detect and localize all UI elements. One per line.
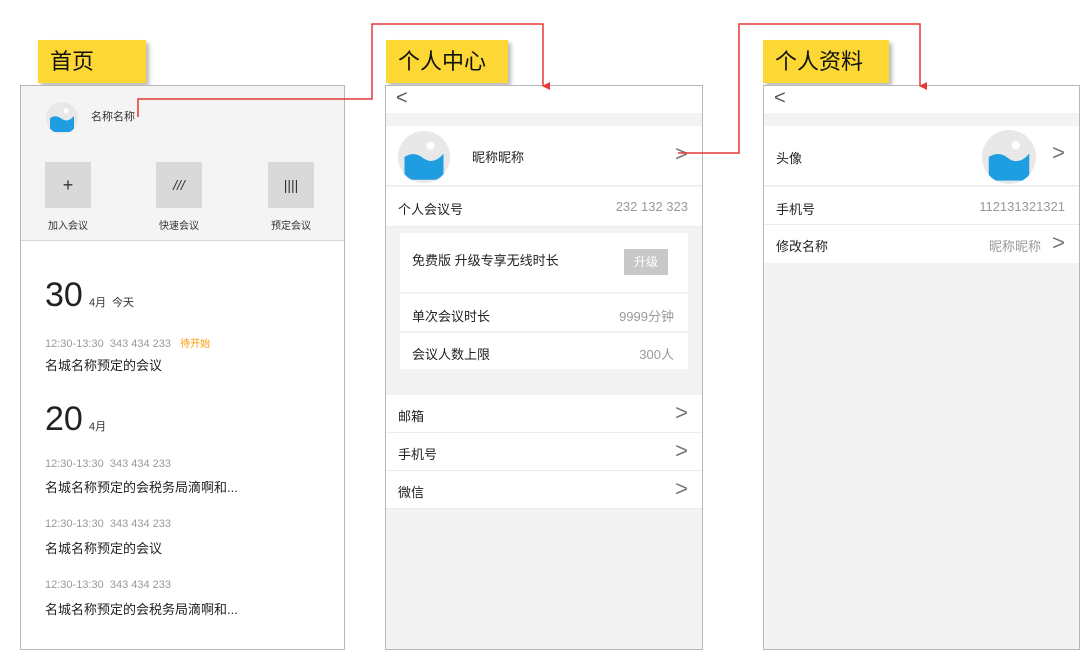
label-profile: 个人资料 <box>763 40 889 83</box>
user-avatar <box>398 131 450 183</box>
phone-label: 手机号 <box>398 447 438 462</box>
plan-text: 免费版 升级专享无线时长 <box>412 253 559 268</box>
day-month: 4月 <box>89 297 107 309</box>
upgrade-button[interactable]: 升级 <box>624 249 668 275</box>
phone-row[interactable]: 手机号 > <box>386 433 702 471</box>
user-avatar[interactable] <box>46 102 78 134</box>
nav-bar: < <box>764 86 1079 113</box>
meeting-meta: 12:30-13:30 343 434 233 <box>45 518 171 530</box>
chevron-right-icon: > <box>1052 230 1065 255</box>
phone-value: 112131321321 <box>979 199 1065 214</box>
meeting-number-label: 个人会议号 <box>398 202 464 217</box>
chevron-right-icon: > <box>675 438 688 463</box>
home-header: 名称名称 + 加入会议 /// 快速会议 |||| 预定会议 <box>21 86 344 241</box>
nickname: 昵称昵称 <box>472 150 525 165</box>
meeting-meta: 12:30-13:30 343 434 233 <box>45 579 171 591</box>
avatar-image-icon <box>404 141 444 180</box>
duration-label: 单次会议时长 <box>412 309 491 324</box>
meeting-meta: 12:30-13:30 343 434 233 待开始 <box>45 335 210 350</box>
avatar-row[interactable]: 头像 > <box>764 126 1079 186</box>
participant-limit-label: 会议人数上限 <box>412 347 491 362</box>
meeting-id: 343 434 233 <box>109 579 172 591</box>
day-today: 今天 <box>112 297 134 309</box>
schedule-meeting-label: 预定会议 <box>271 221 311 232</box>
rename-value: 昵称昵称 <box>988 239 1041 254</box>
back-icon[interactable]: < <box>774 87 786 110</box>
meeting-title[interactable]: 名城名称预定的会议 <box>45 355 162 374</box>
label-personal-center: 个人中心 <box>386 40 508 83</box>
user-avatar <box>982 130 1036 184</box>
day-number: 30 <box>45 276 83 314</box>
join-meeting-button[interactable]: + <box>45 162 91 208</box>
meeting-time: 12:30-13:30 <box>45 458 104 470</box>
meeting-id: 343 434 233 <box>109 338 172 350</box>
wechat-label: 微信 <box>398 485 425 500</box>
phone-label: 手机号 <box>776 202 816 217</box>
home-screen: 名称名称 + 加入会议 /// 快速会议 |||| 预定会议 30 4月 今天 … <box>20 85 345 650</box>
day-number: 20 <box>45 400 83 438</box>
wechat-row[interactable]: 微信 > <box>386 471 702 509</box>
profile-screen: < 头像 > 手机号 112131321321 修改名称 昵称昵称 > <box>763 85 1080 650</box>
chevron-right-icon: > <box>675 400 688 425</box>
duration-row: 单次会议时长 9999分钟 <box>400 294 688 332</box>
label-home: 首页 <box>38 40 146 83</box>
avatar-label: 头像 <box>776 151 803 166</box>
rename-label: 修改名称 <box>776 239 829 254</box>
chevron-right-icon: > <box>1052 140 1065 165</box>
phone-row: 手机号 112131321321 <box>764 187 1079 225</box>
chevron-right-icon: > <box>675 141 688 166</box>
participant-limit-row: 会议人数上限 300人 <box>400 333 688 369</box>
meeting-id: 343 434 233 <box>109 518 172 530</box>
duration-value: 9999分钟 <box>619 309 674 324</box>
meeting-time: 12:30-13:30 <box>45 338 104 350</box>
quick-meeting-label: 快速会议 <box>159 221 199 232</box>
meeting-time: 12:30-13:30 <box>45 579 104 591</box>
username: 名称名称 <box>91 111 135 123</box>
email-label: 邮箱 <box>398 409 425 424</box>
quick-meeting-button[interactable]: /// <box>156 162 202 208</box>
day-month: 4月 <box>89 421 107 433</box>
meeting-number: 232 132 323 <box>615 199 688 214</box>
chevron-right-icon: > <box>675 476 688 501</box>
rename-row[interactable]: 修改名称 昵称昵称 > <box>764 225 1079 263</box>
avatar-image-icon <box>988 140 1030 181</box>
schedule-meeting-button[interactable]: |||| <box>268 162 314 208</box>
meeting-id: 343 434 233 <box>109 458 172 470</box>
meeting-time: 12:30-13:30 <box>45 518 104 530</box>
status-badge: 待开始 <box>180 339 211 350</box>
meeting-title[interactable]: 名城名称预定的会税务局滴啊和... <box>45 599 238 618</box>
meeting-meta: 12:30-13:30 343 434 233 <box>45 458 171 470</box>
meeting-title[interactable]: 名城名称预定的会税务局滴啊和... <box>45 477 238 496</box>
back-icon[interactable]: < <box>396 87 408 110</box>
email-row[interactable]: 邮箱 > <box>386 395 702 433</box>
profile-row[interactable]: 昵称昵称 > <box>386 126 702 186</box>
plan-card: 免费版 升级专享无线时长 升级 <box>400 233 688 293</box>
join-meeting-label: 加入会议 <box>48 221 88 232</box>
meeting-title[interactable]: 名城名称预定的会议 <box>45 538 162 557</box>
personal-center-screen: < 昵称昵称 > 个人会议号 232 132 323 免费版 升级专享无线时长 … <box>385 85 703 650</box>
participant-limit-value: 300人 <box>639 347 674 362</box>
avatar-image-icon <box>50 108 74 132</box>
meeting-number-row: 个人会议号 232 132 323 <box>386 187 702 227</box>
nav-bar: < <box>386 86 702 113</box>
